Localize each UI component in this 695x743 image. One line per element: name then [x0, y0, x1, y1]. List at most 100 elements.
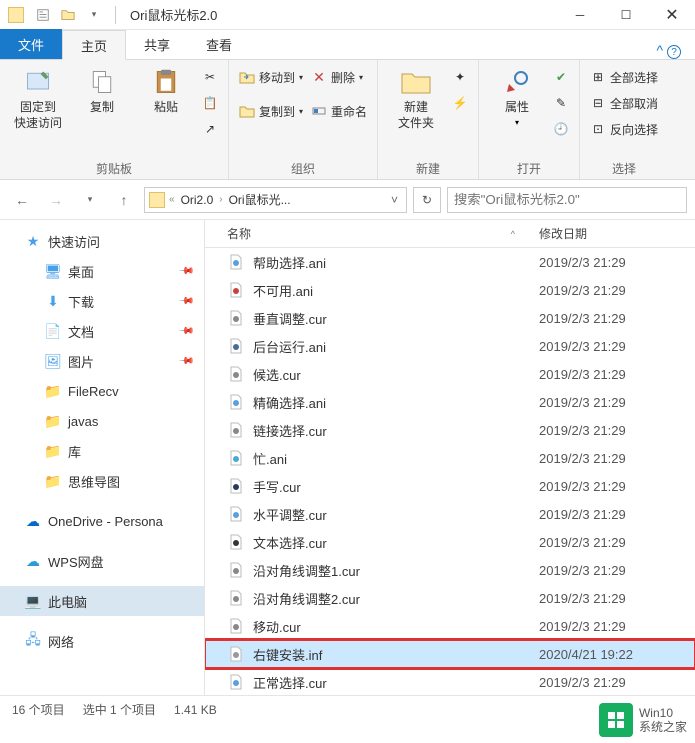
column-date[interactable]: 修改日期 — [535, 225, 695, 242]
copy-path-button[interactable]: 📋 — [202, 92, 218, 114]
maximize-button[interactable]: ☐ — [603, 0, 649, 30]
copy-icon — [86, 66, 118, 98]
open-button[interactable]: ✔ — [553, 66, 569, 88]
file-row[interactable]: 沿对角线调整2.cur 2019/2/3 21:29 — [205, 584, 695, 612]
sidebar-item-filerecv[interactable]: 📁FileRecv — [0, 376, 204, 406]
paste-shortcut-button[interactable]: ↗ — [202, 118, 218, 140]
file-date: 2019/2/3 21:29 — [535, 479, 695, 494]
addr-dropdown[interactable]: ˅ — [387, 193, 402, 207]
new-folder-button[interactable]: 新建 文件夹 — [388, 66, 444, 131]
sidebar-item-javas[interactable]: 📁javas — [0, 406, 204, 436]
address-bar[interactable]: « Ori2.0 › Ori鼠标光... ˅ — [144, 187, 407, 213]
properties-icon — [501, 66, 533, 98]
file-row[interactable]: 右键安装.inf 2020/4/21 19:22 — [205, 640, 695, 668]
rename-icon — [311, 103, 327, 119]
ribbon-group-organize: 移动到 ▾ 复制到 ▾ ✕删除 ▾ 重命名 组织 — [229, 60, 378, 179]
sidebar-item-mindmap[interactable]: 📁思维导图 — [0, 466, 204, 496]
onedrive-icon: ☁ — [24, 512, 42, 530]
file-row[interactable]: 水平调整.cur 2019/2/3 21:29 — [205, 500, 695, 528]
shortcut-icon: ↗ — [202, 121, 218, 137]
file-name: 正常选择.cur — [253, 673, 327, 692]
file-row[interactable]: 精确选择.ani 2019/2/3 21:29 — [205, 388, 695, 416]
file-date: 2019/2/3 21:29 — [535, 283, 695, 298]
tab-share[interactable]: 共享 — [126, 29, 188, 59]
delete-button[interactable]: ✕删除 ▾ — [311, 66, 367, 88]
status-item-count: 16 个项目 — [12, 701, 65, 718]
easy-access-button[interactable]: ⚡ — [452, 92, 468, 114]
close-button[interactable]: ✕ — [649, 0, 695, 30]
sort-indicator: ^ — [511, 229, 515, 239]
cut-button[interactable]: ✂ — [202, 66, 218, 88]
history-icon: 🕘 — [553, 121, 569, 137]
file-row[interactable]: 忙.ani 2019/2/3 21:29 — [205, 444, 695, 472]
qat-properties[interactable] — [32, 4, 54, 26]
sidebar-item-quick-access[interactable]: ★快速访问 — [0, 226, 204, 256]
new-item-button[interactable]: ✦ — [452, 66, 468, 88]
file-row[interactable]: 后台运行.ani 2019/2/3 21:29 — [205, 332, 695, 360]
copy-to-button[interactable]: 复制到 ▾ — [239, 100, 303, 122]
file-date: 2019/2/3 21:29 — [535, 367, 695, 382]
file-row[interactable]: 不可用.ani 2019/2/3 21:29 — [205, 276, 695, 304]
addr-seg-1[interactable]: Ori2.0 — [179, 193, 216, 207]
pin-to-quick-access-button[interactable]: 固定到 快速访问 — [10, 66, 66, 131]
back-button[interactable]: ← — [8, 186, 36, 214]
file-date: 2019/2/3 21:29 — [535, 311, 695, 326]
paste-button[interactable]: 粘贴 — [138, 66, 194, 116]
addr-folder-icon — [149, 192, 165, 208]
ribbon-group-clipboard: 固定到 快速访问 复制 粘贴 ✂ 📋 ↗ 剪贴板 — [0, 60, 229, 179]
file-row[interactable]: 垂直调整.cur 2019/2/3 21:29 — [205, 304, 695, 332]
copy-button[interactable]: 复制 — [74, 66, 130, 116]
file-date: 2019/2/3 21:29 — [535, 339, 695, 354]
forward-button[interactable]: → — [42, 186, 70, 214]
select-none-button[interactable]: ⊟全部取消 — [590, 92, 658, 114]
refresh-button[interactable]: ↻ — [413, 187, 441, 213]
sidebar-item-thispc[interactable]: 💻此电脑 — [0, 586, 204, 616]
move-icon — [239, 69, 255, 85]
move-to-button[interactable]: 移动到 ▾ — [239, 66, 303, 88]
file-date: 2019/2/3 21:29 — [535, 675, 695, 690]
rename-button[interactable]: 重命名 — [311, 100, 367, 122]
qat-new-folder[interactable] — [57, 4, 79, 26]
sidebar-item-onedrive[interactable]: ☁OneDrive - Persona — [0, 506, 204, 536]
sidebar-item-libraries[interactable]: 📁库 — [0, 436, 204, 466]
file-row[interactable]: 正常选择.cur 2019/2/3 21:29 — [205, 668, 695, 695]
tab-file[interactable]: 文件 — [0, 29, 62, 59]
file-row[interactable]: 移动.cur 2019/2/3 21:29 — [205, 612, 695, 640]
sidebar-item-pictures[interactable]: 🖼图片📌 — [0, 346, 204, 376]
sidebar-item-documents[interactable]: 📄文档📌 — [0, 316, 204, 346]
properties-button[interactable]: 属性 ▾ — [489, 66, 545, 127]
ribbon-help[interactable]: ^ ? — [643, 42, 695, 60]
file-row[interactable]: 帮助选择.ani 2019/2/3 21:29 — [205, 248, 695, 276]
qat-dropdown[interactable]: ▾ — [83, 4, 105, 26]
clipboard-group-label: 剪贴板 — [10, 156, 218, 177]
pin-icon — [22, 66, 54, 98]
edit-button[interactable]: ✎ — [553, 92, 569, 114]
minimize-button[interactable]: ─ — [557, 0, 603, 30]
file-rows: 帮助选择.ani 2019/2/3 21:29 不可用.ani 2019/2/3… — [205, 248, 695, 695]
addr-seg-2[interactable]: Ori鼠标光... — [227, 191, 293, 208]
file-row[interactable]: 手写.cur 2019/2/3 21:29 — [205, 472, 695, 500]
pin-icon: 📌 — [177, 293, 194, 310]
file-row[interactable]: 候选.cur 2019/2/3 21:29 — [205, 360, 695, 388]
tab-view[interactable]: 查看 — [188, 29, 250, 59]
file-row[interactable]: 沿对角线调整1.cur 2019/2/3 21:29 — [205, 556, 695, 584]
file-date: 2019/2/3 21:29 — [535, 423, 695, 438]
sidebar-item-wps[interactable]: ☁WPS网盘 — [0, 546, 204, 576]
invert-selection-button[interactable]: ⊡反向选择 — [590, 118, 658, 140]
ribbon-group-open: 属性 ▾ ✔ ✎ 🕘 打开 — [479, 60, 580, 179]
file-row[interactable]: 链接选择.cur 2019/2/3 21:29 — [205, 416, 695, 444]
select-all-button[interactable]: ⊞全部选择 — [590, 66, 658, 88]
sidebar-item-desktop[interactable]: 🖥桌面📌 — [0, 256, 204, 286]
file-name: 帮助选择.ani — [253, 253, 326, 272]
addr-chevron[interactable]: › — [219, 194, 222, 205]
history-button[interactable]: 🕘 — [553, 118, 569, 140]
file-row[interactable]: 文本选择.cur 2019/2/3 21:29 — [205, 528, 695, 556]
column-name[interactable]: 名称 ^ — [205, 225, 535, 242]
up-button[interactable]: ↑ — [110, 186, 138, 214]
recent-dropdown[interactable]: ▾ — [76, 186, 104, 214]
sidebar-item-network[interactable]: 🖧网络 — [0, 626, 204, 656]
sidebar-item-downloads[interactable]: ⬇下载📌 — [0, 286, 204, 316]
search-input[interactable] — [447, 187, 687, 213]
tab-home[interactable]: 主页 — [62, 30, 126, 60]
navigation-sidebar: ★快速访问 🖥桌面📌 ⬇下载📌 📄文档📌 🖼图片📌 📁FileRecv 📁jav… — [0, 220, 205, 695]
